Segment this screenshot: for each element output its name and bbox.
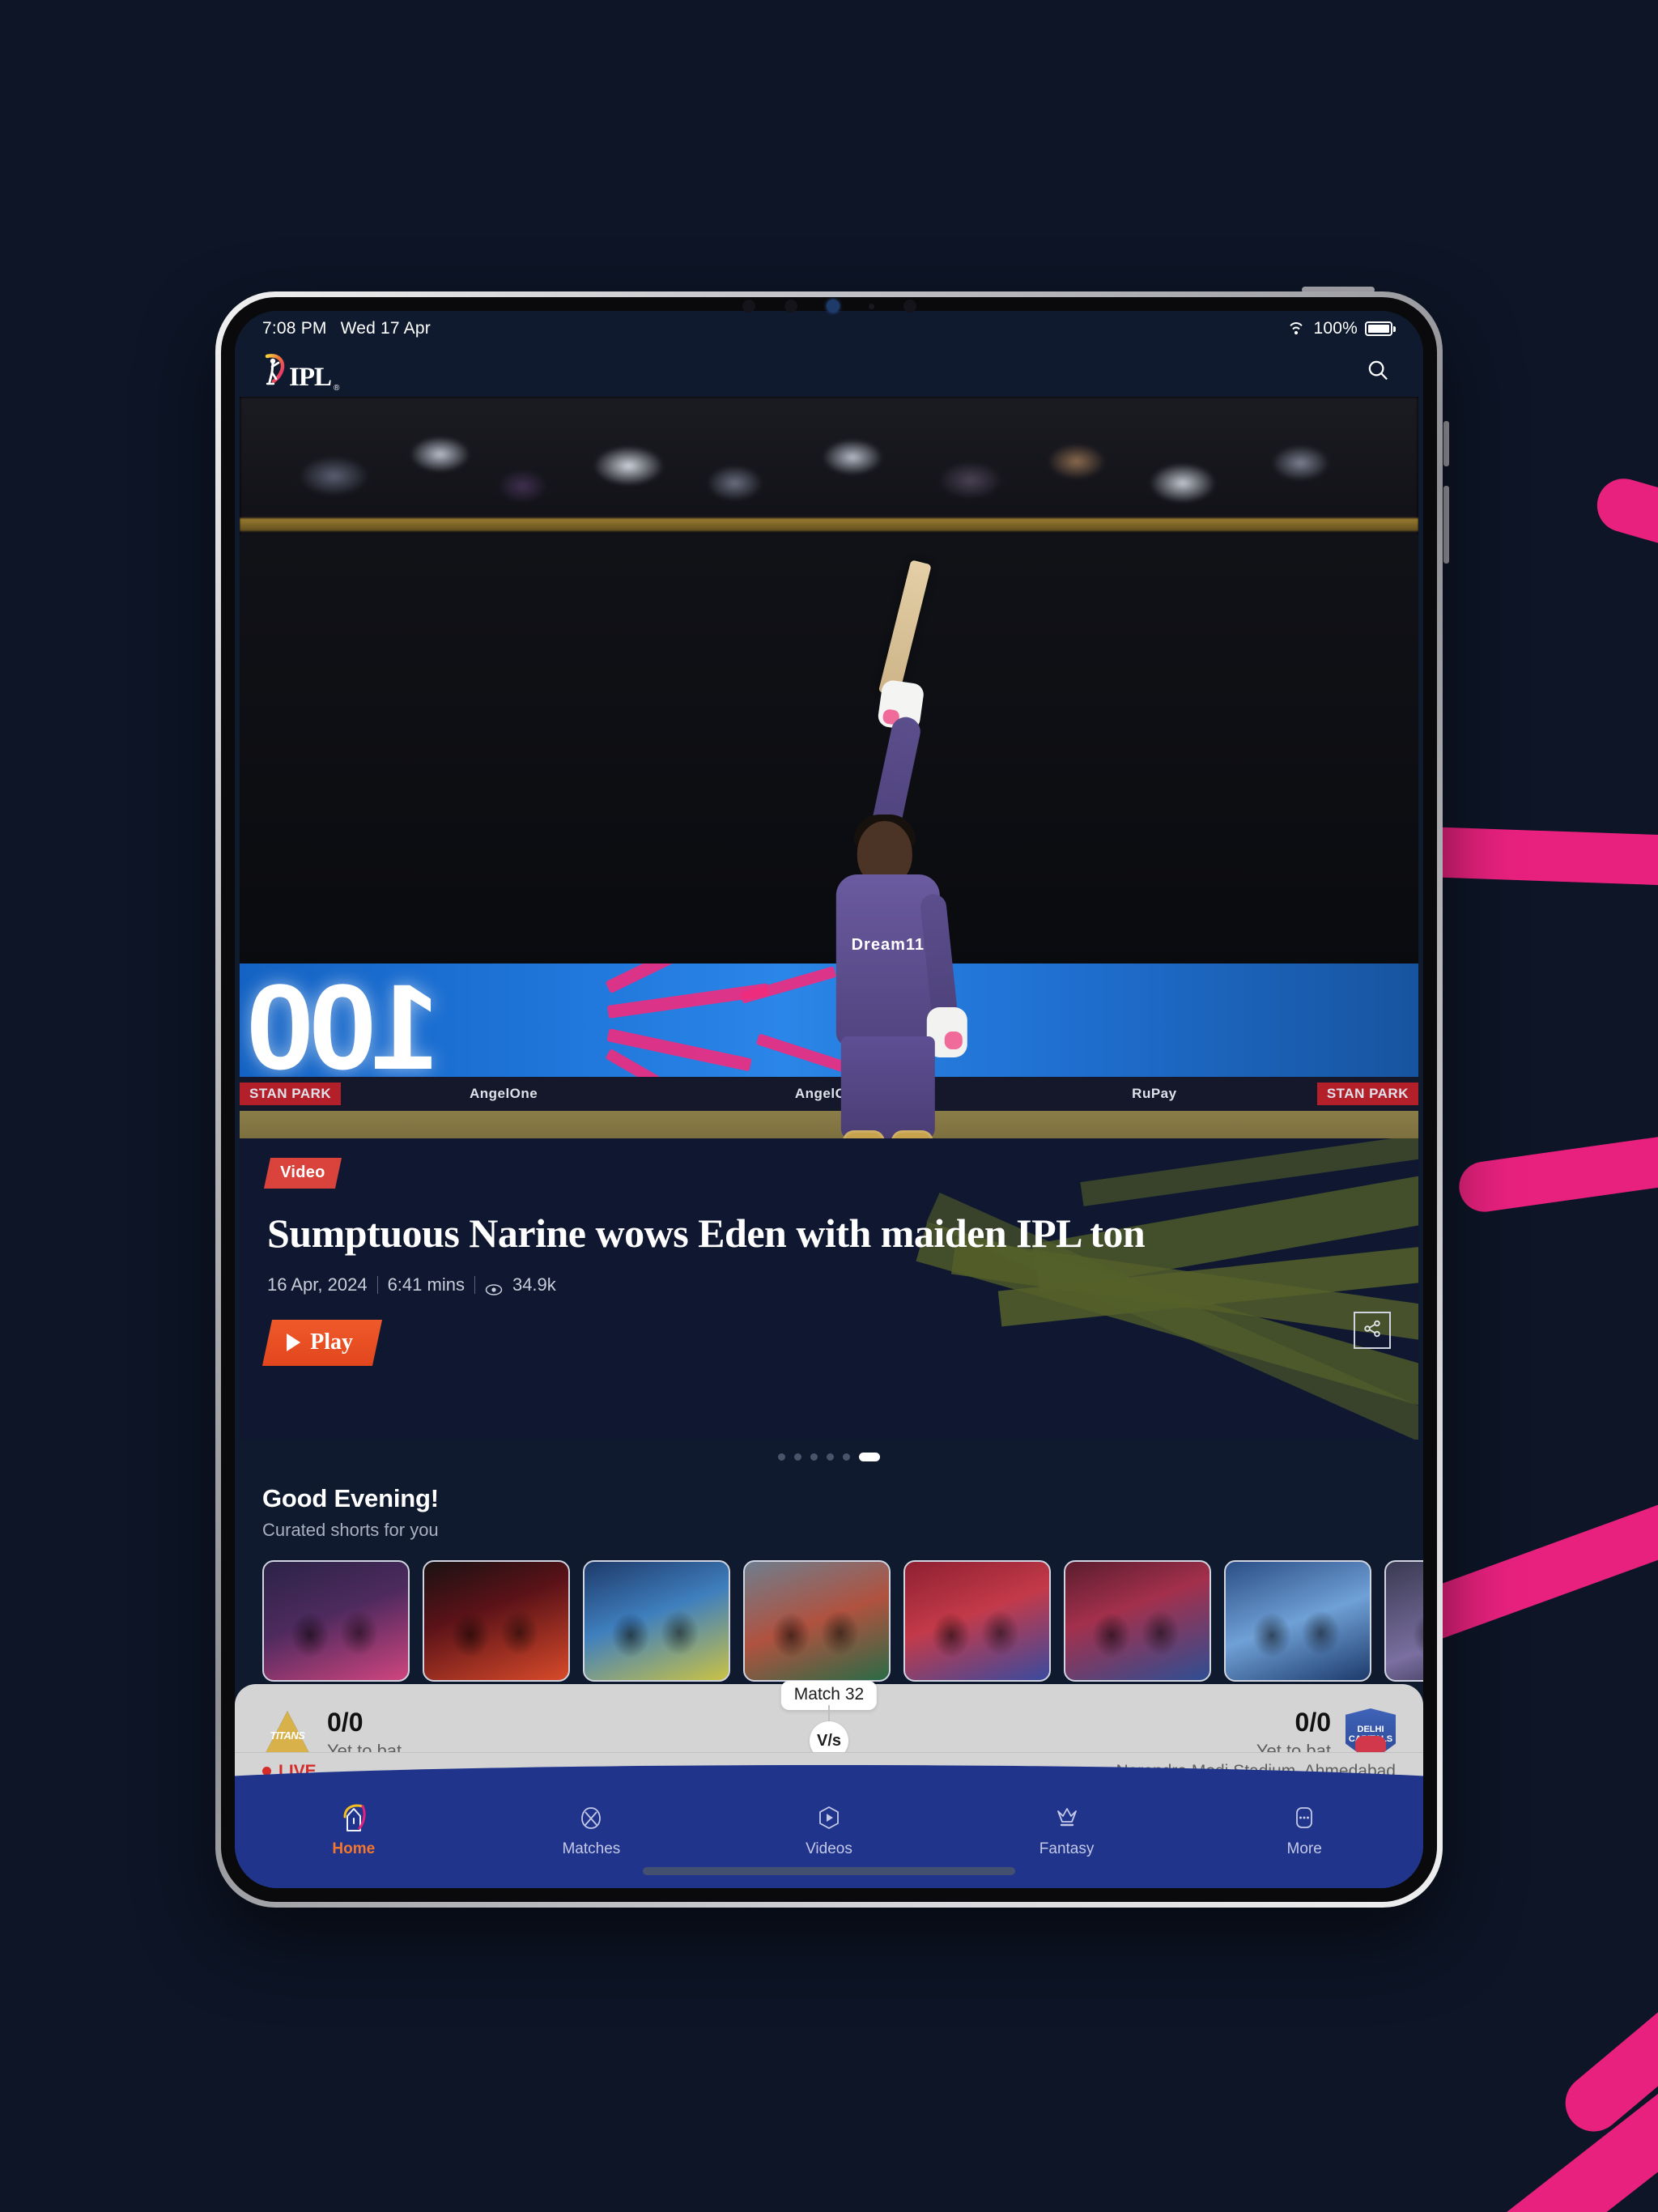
ad-board-label: RuPay bbox=[1132, 1086, 1177, 1101]
tablet-volume-down-button[interactable] bbox=[1443, 486, 1449, 564]
tablet-volume-up-button[interactable] bbox=[1443, 421, 1449, 466]
carousel-dot[interactable] bbox=[843, 1453, 850, 1461]
home-team-score: 0/0 bbox=[327, 1708, 363, 1738]
tablet-device-frame: 7:08 PM Wed 17 Apr 100% IPL ® 100 STAN P… bbox=[215, 291, 1443, 1908]
app-header: IPL ® bbox=[235, 347, 1423, 397]
decor-stripe bbox=[1591, 472, 1658, 618]
short-thumbnail[interactable] bbox=[743, 1560, 891, 1682]
ad-board-label: STAN PARK bbox=[240, 1083, 342, 1105]
nav-item-matches[interactable]: Matches bbox=[530, 1801, 652, 1858]
nav-label-home: Home bbox=[332, 1840, 376, 1857]
greeting-subtitle: Curated shorts for you bbox=[262, 1520, 439, 1540]
hero-title: Sumptuous Narine wows Eden with maiden I… bbox=[267, 1210, 1146, 1256]
ipl-logo[interactable]: IPL ® bbox=[262, 351, 339, 393]
short-thumbnail[interactable] bbox=[903, 1560, 1051, 1682]
meta-divider bbox=[376, 1276, 378, 1294]
cricket-bat-icon bbox=[878, 559, 932, 697]
meta-divider bbox=[474, 1276, 475, 1294]
videos-icon bbox=[812, 1801, 846, 1835]
ipl-batsman-icon bbox=[262, 351, 287, 393]
share-button[interactable] bbox=[1354, 1312, 1391, 1349]
tablet-screen: 7:08 PM Wed 17 Apr 100% IPL ® 100 STAN P… bbox=[235, 311, 1423, 1888]
short-thumbnail[interactable] bbox=[262, 1560, 410, 1682]
play-triangle-icon bbox=[287, 1334, 301, 1351]
nav-label-fantasy: Fantasy bbox=[1039, 1840, 1095, 1857]
player-shorts bbox=[840, 1036, 935, 1138]
status-date: Wed 17 Apr bbox=[340, 319, 431, 338]
crown-icon bbox=[1050, 1801, 1084, 1835]
ad-board-label: AngelOne bbox=[469, 1086, 538, 1101]
nav-label-matches: Matches bbox=[562, 1840, 621, 1857]
search-icon bbox=[1366, 358, 1390, 386]
nav-item-home[interactable]: Home bbox=[293, 1801, 414, 1858]
lion-emblem-icon bbox=[1355, 1736, 1386, 1752]
carousel-dot[interactable] bbox=[810, 1453, 818, 1461]
tablet-bezel: 7:08 PM Wed 17 Apr 100% IPL ® 100 STAN P… bbox=[221, 297, 1437, 1902]
short-thumbnail[interactable] bbox=[1064, 1560, 1211, 1682]
stadium-rail bbox=[240, 518, 1418, 531]
status-time: 7:08 PM bbox=[262, 319, 327, 338]
ambient-sensor-icon bbox=[868, 303, 874, 309]
short-thumbnail[interactable] bbox=[583, 1560, 730, 1682]
hero-views: 34.9k bbox=[512, 1274, 556, 1295]
carousel-pagination[interactable] bbox=[235, 1440, 1423, 1461]
leg-pad bbox=[891, 1130, 933, 1138]
hero-meta-panel: Video Sumptuous Narine wows Eden with ma… bbox=[240, 1138, 1418, 1440]
home-indicator[interactable] bbox=[643, 1867, 1015, 1875]
matches-icon bbox=[574, 1801, 608, 1835]
search-button[interactable] bbox=[1360, 354, 1396, 389]
eye-icon bbox=[485, 1279, 503, 1295]
short-thumbnail[interactable] bbox=[1384, 1560, 1423, 1682]
video-badge: Video bbox=[263, 1158, 342, 1189]
ad-board-label: STAN PARK bbox=[1316, 1083, 1418, 1105]
play-button-label: Play bbox=[310, 1329, 353, 1355]
battery-percent-label: 100% bbox=[1313, 319, 1358, 338]
battery-icon bbox=[1365, 321, 1396, 336]
greeting-title: Good Evening! bbox=[262, 1484, 439, 1512]
player-figure: Dream11 bbox=[783, 554, 993, 1138]
hero-date: 16 Apr, 2024 bbox=[267, 1274, 368, 1295]
leg-pad bbox=[842, 1130, 885, 1138]
nav-item-fantasy[interactable]: Fantasy bbox=[1006, 1801, 1128, 1858]
team-logo-text: DELHI bbox=[1357, 1725, 1384, 1734]
hero-carousel-card[interactable]: 100 STAN PARK AngelOne AngelOne RuPay ST… bbox=[240, 397, 1418, 1440]
decor-stripe bbox=[1456, 1102, 1658, 1215]
share-icon bbox=[1362, 1318, 1383, 1343]
nav-item-videos[interactable]: Videos bbox=[768, 1801, 890, 1858]
wifi-icon bbox=[1286, 321, 1306, 337]
away-team-score: 0/0 bbox=[1295, 1708, 1331, 1738]
hero-image[interactable]: 100 STAN PARK AngelOne AngelOne RuPay ST… bbox=[240, 397, 1418, 1138]
bottom-navigation: Home Matches Videos Fantasy More bbox=[235, 1765, 1423, 1888]
carousel-dot[interactable] bbox=[778, 1453, 785, 1461]
ipl-logo-text: IPL bbox=[289, 362, 332, 392]
home-icon bbox=[337, 1801, 371, 1835]
short-thumbnail[interactable] bbox=[423, 1560, 570, 1682]
nav-label-more: More bbox=[1286, 1840, 1322, 1857]
carousel-dot[interactable] bbox=[794, 1453, 801, 1461]
carousel-dot-active[interactable] bbox=[859, 1453, 880, 1461]
team-logo-text: TITANS bbox=[270, 1729, 305, 1742]
carousel-dot[interactable] bbox=[827, 1453, 834, 1461]
ipl-registered-mark: ® bbox=[334, 383, 340, 393]
play-button[interactable]: Play bbox=[261, 1320, 382, 1366]
more-icon bbox=[1287, 1801, 1321, 1835]
nav-item-more[interactable]: More bbox=[1244, 1801, 1365, 1858]
decor-stripe bbox=[1554, 1735, 1658, 2143]
shorts-carousel[interactable] bbox=[235, 1541, 1423, 1682]
page-root: 7:08 PM Wed 17 Apr 100% IPL ® 100 STAN P… bbox=[0, 0, 1658, 2212]
greeting-section: Good Evening! Curated shorts for you bbox=[235, 1461, 1423, 1541]
status-bar: 7:08 PM Wed 17 Apr 100% bbox=[235, 311, 1423, 347]
hero-duration: 6:41 mins bbox=[387, 1274, 465, 1295]
nav-label-videos: Videos bbox=[806, 1840, 852, 1857]
led-board-text: 100 bbox=[251, 963, 440, 1077]
hero-metadata: 16 Apr, 2024 6:41 mins 34.9k bbox=[267, 1274, 1391, 1295]
decor-stripe bbox=[1406, 826, 1658, 892]
short-thumbnail[interactable] bbox=[1224, 1560, 1371, 1682]
